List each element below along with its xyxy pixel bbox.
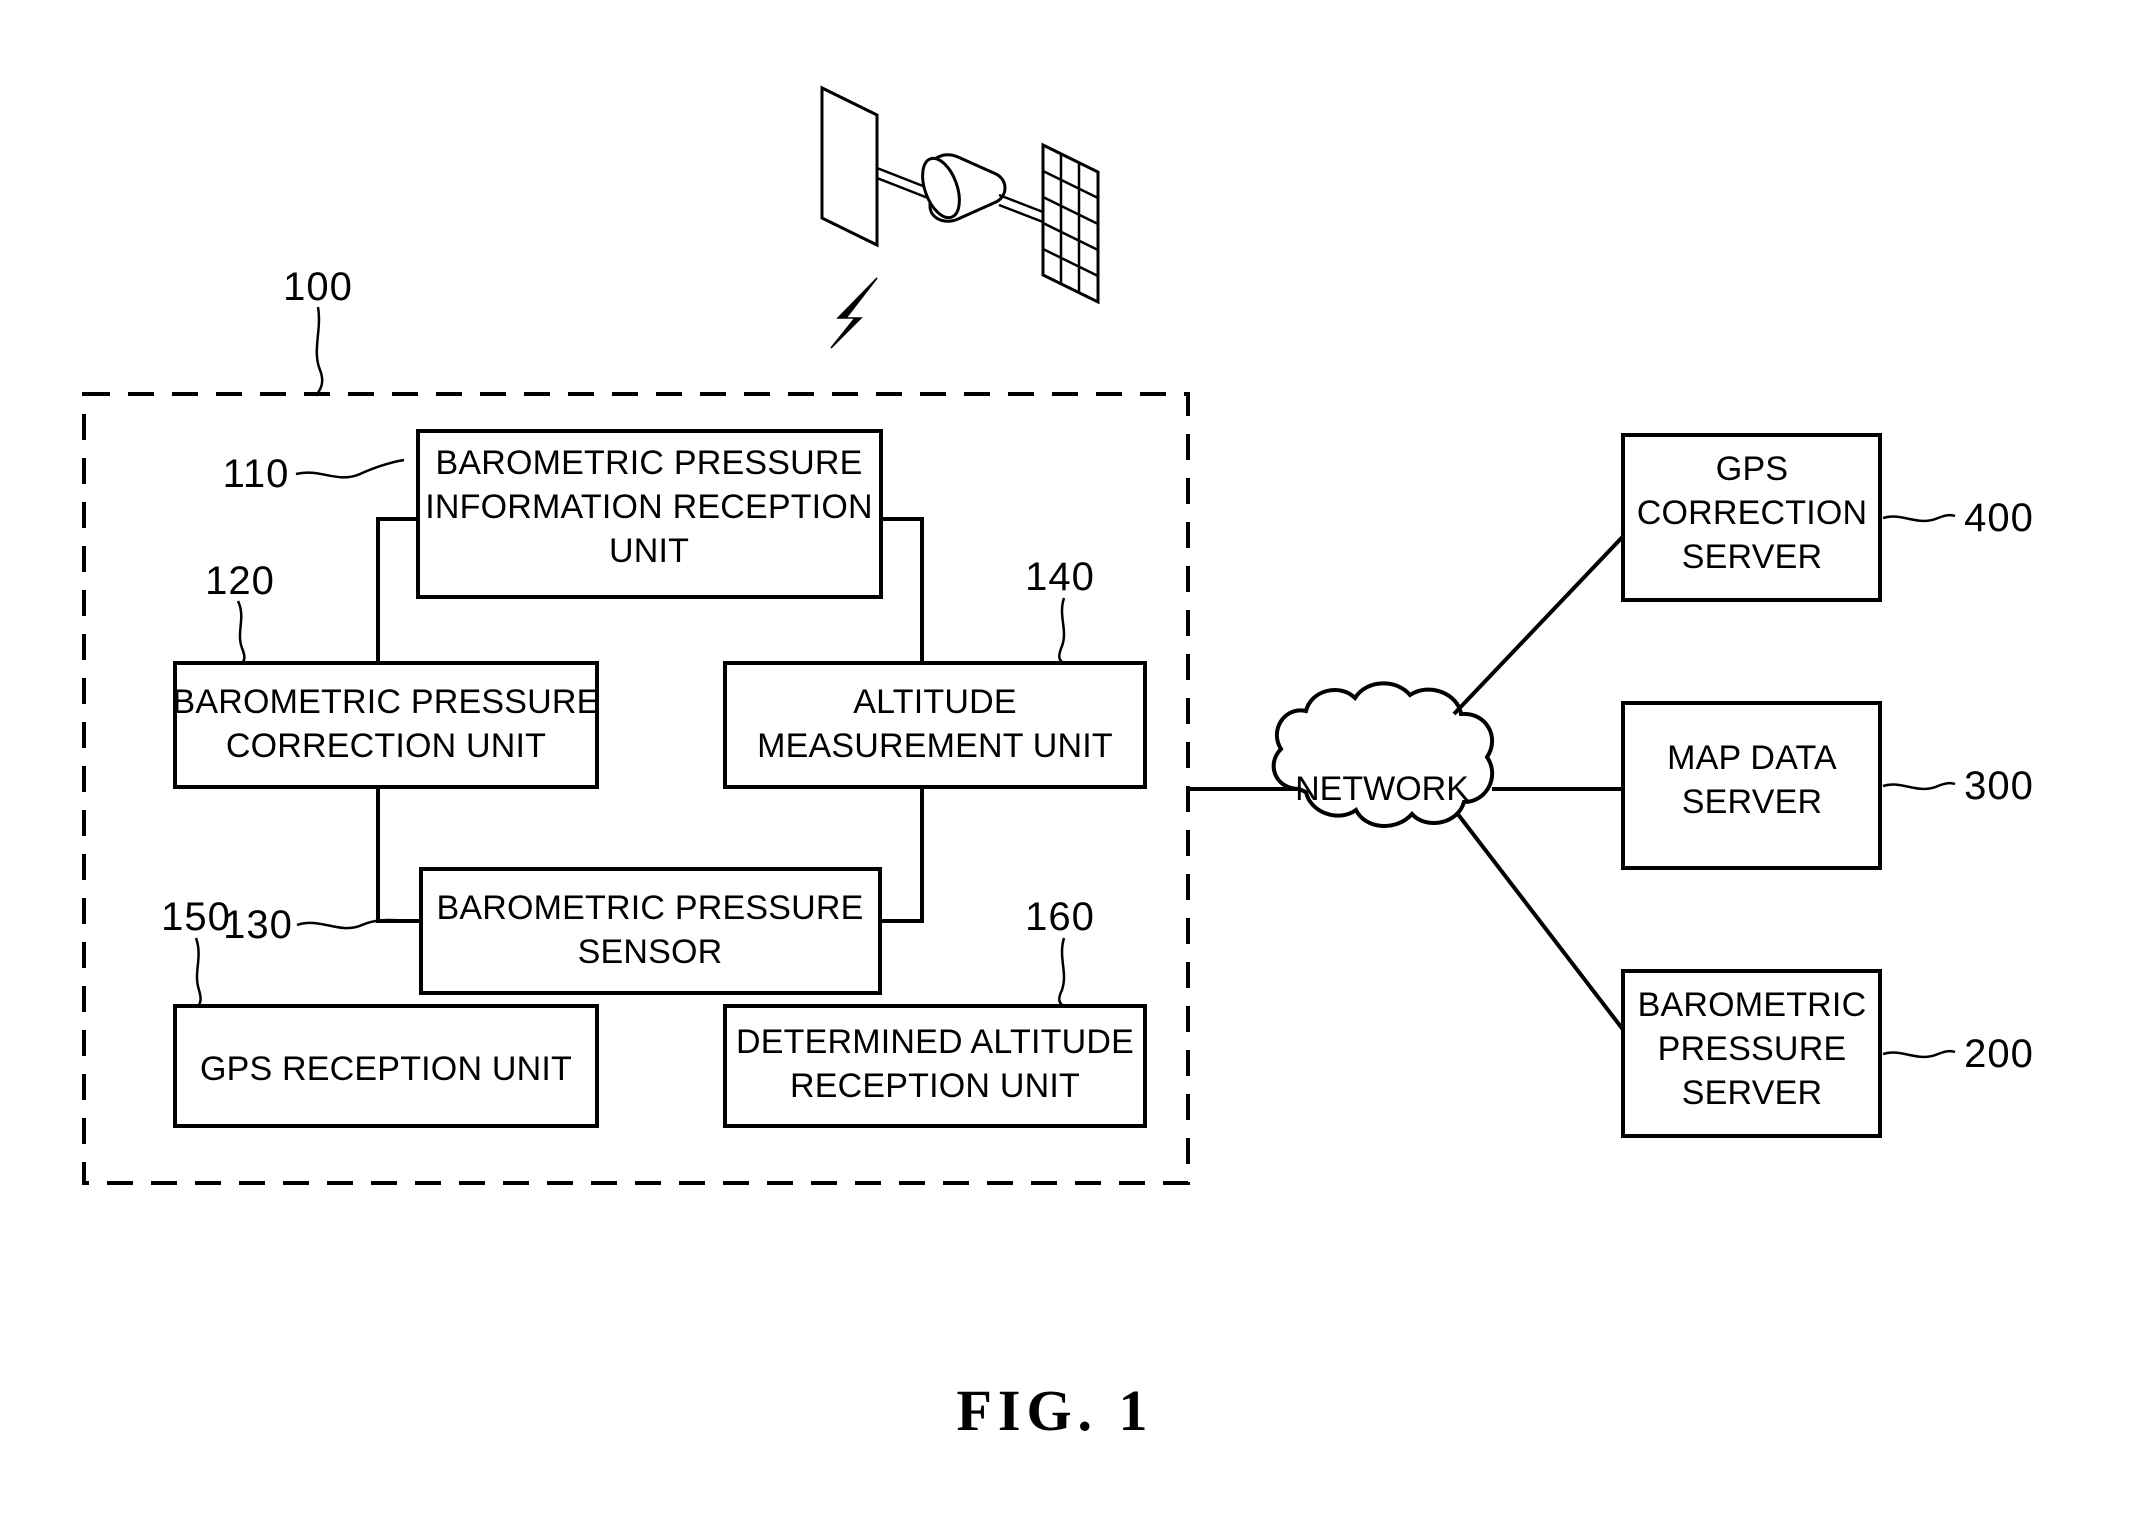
satellite-body (921, 153, 1007, 223)
server-200-line-3: SERVER (1682, 1074, 1822, 1112)
server-400-line-3: SERVER (1682, 538, 1822, 576)
leader-line-100 (314, 306, 324, 397)
unit-140-line-2: MEASUREMENT UNIT (757, 727, 1113, 765)
figure-caption: FIG. 1 (956, 1378, 1153, 1443)
unit-110-line-1: BAROMETRIC PRESSURE (436, 444, 863, 482)
ref-number-200: 200 (1964, 1032, 2034, 1076)
gps-satellite (820, 85, 1100, 349)
unit-130-line-1: BAROMETRIC PRESSURE (437, 889, 864, 927)
leader-line-140 (1058, 597, 1066, 663)
ref-number-100: 100 (283, 265, 353, 309)
connector-network-to-barometric-pressure-server (1455, 811, 1633, 1042)
unit-110-line-2: INFORMATION RECEPTION (425, 488, 872, 526)
leader-line-130 (296, 918, 413, 930)
satellite-boom-left (876, 166, 929, 190)
connector-120-to-130 (376, 786, 421, 923)
barometric-pressure-correction-unit[interactable]: BAROMETRIC PRESSURE CORRECTION UNIT (173, 661, 600, 789)
connector-110-to-120 (376, 517, 418, 663)
barometric-pressure-sensor[interactable]: BAROMETRIC PRESSURE SENSOR (419, 867, 882, 995)
unit-130-line-2: SENSOR (578, 933, 723, 971)
connector-network-to-gps-correction-server (1452, 526, 1633, 716)
ref-number-120: 120 (205, 559, 275, 603)
server-400-line-1: GPS (1716, 450, 1788, 488)
connector-110-to-140 (881, 517, 924, 663)
leader-line-150 (194, 937, 202, 1006)
connector-140-to-130 (880, 786, 924, 923)
ref-number-140: 140 (1025, 555, 1095, 599)
ref-number-110: 110 (223, 452, 290, 496)
server-300-line-2: SERVER (1682, 783, 1822, 821)
figure-canvas: 100 BAROMETRIC PRESSURE INFORMATION RECE… (82, 85, 2034, 1443)
barometric-pressure-server[interactable]: BAROMETRIC PRESSURE SERVER (1621, 969, 1882, 1138)
gps-correction-server[interactable]: GPS CORRECTION SERVER (1621, 433, 1882, 602)
unit-140-line-1: ALTITUDE (853, 683, 1016, 721)
server-400-line-2: CORRECTION (1637, 494, 1868, 532)
ref-number-400: 400 (1964, 496, 2034, 540)
server-200-line-1: BAROMETRIC (1638, 986, 1867, 1024)
leader-line-300 (1882, 781, 1956, 791)
determined-altitude-reception-unit[interactable]: DETERMINED ALTITUDE RECEPTION UNIT (723, 1004, 1147, 1128)
satellite-boom-right (998, 193, 1044, 214)
patent-figure: 100 BAROMETRIC PRESSURE INFORMATION RECE… (0, 0, 2150, 1521)
satellite-solar-panel-left-front (820, 85, 879, 248)
map-data-server[interactable]: MAP DATA SERVER (1621, 701, 1882, 870)
unit-120-line-2: CORRECTION UNIT (226, 727, 546, 765)
network-label: NETWORK (1295, 770, 1469, 808)
server-300-line-1: MAP DATA (1667, 739, 1837, 777)
server-200-line-2: PRESSURE (1658, 1030, 1847, 1068)
ref-number-300: 300 (1964, 764, 2034, 808)
altitude-measurement-unit[interactable]: ALTITUDE MEASUREMENT UNIT (723, 661, 1147, 789)
leader-line-110 (295, 458, 405, 479)
gps-reception-unit[interactable]: GPS RECEPTION UNIT (173, 1004, 599, 1128)
lightning-bolt-signal-icon (830, 277, 878, 349)
leader-line-160 (1058, 937, 1066, 1006)
ref-number-160: 160 (1025, 895, 1095, 939)
unit-160-line-1: DETERMINED ALTITUDE (736, 1023, 1134, 1061)
satellite-solar-panel-right (1041, 142, 1100, 305)
ref-number-150: 150 (161, 895, 231, 939)
network-cloud[interactable]: NETWORK (1271, 681, 1494, 828)
leader-line-120 (236, 600, 246, 663)
barometric-pressure-information-reception-unit[interactable]: BAROMETRIC PRESSURE INFORMATION RECEPTIO… (416, 429, 883, 599)
leader-line-200 (1882, 1049, 1956, 1059)
leader-line-400 (1882, 513, 1956, 523)
unit-120-line-1: BAROMETRIC PRESSURE (173, 683, 600, 721)
unit-110-line-3: UNIT (609, 532, 689, 570)
unit-150-line-1: GPS RECEPTION UNIT (200, 1050, 572, 1088)
ref-number-130: 130 (223, 903, 293, 947)
unit-160-line-2: RECEPTION UNIT (790, 1067, 1080, 1105)
